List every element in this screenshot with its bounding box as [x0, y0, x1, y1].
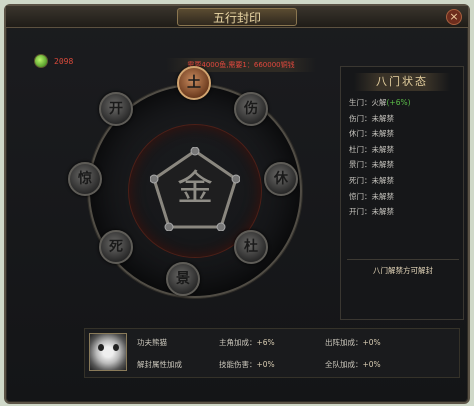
status-row: 伤门：未解禁: [349, 113, 394, 123]
status-row: 休门：未解禁: [349, 129, 394, 139]
gate-status-list: 生门：火解(+6%) 伤门：未解禁 休门：未解禁 杜门：未解禁 景门：未解禁 死…: [349, 95, 463, 220]
seal-wheel: 金 土 伤 休 杜 景 死 惊 开: [54, 64, 354, 326]
gate-node-7[interactable]: 惊: [68, 162, 102, 196]
gate-node-5[interactable]: 景: [166, 262, 200, 296]
panel-title: 八门状态: [354, 73, 450, 91]
gate-node-8[interactable]: 开: [99, 92, 133, 126]
gate-status-panel: 八门状态 生门：火解(+6%) 伤门：未解禁 休门：未解禁 杜门：未解禁 景门：…: [340, 66, 464, 320]
gem-icon: [34, 54, 48, 68]
window-title: 五行封印: [177, 8, 297, 26]
center-element-glyph: 金: [176, 168, 213, 209]
status-row: 开门：未解禁: [349, 207, 394, 217]
status-row: 死门：未解禁: [349, 175, 394, 185]
title-bar: 五行封印 ×: [6, 6, 468, 28]
stat-team-bonus: 全队加成：+0%: [325, 360, 381, 369]
gate-node-2[interactable]: 伤: [234, 92, 268, 126]
close-button[interactable]: ×: [446, 9, 462, 25]
seal-window: 五行封印 × 2098 需要4000鱼,需要1：660000铜钱 金 土 伤 休…: [4, 4, 470, 404]
gate-node-6[interactable]: 死: [99, 230, 133, 264]
stat-skill-damage: 技能伤害：+0%: [219, 360, 275, 369]
bonus-footer: 功夫熊猫 解封属性加成 主角加成：+6% 出阵加成：+0% 技能伤害：+0% 全…: [84, 328, 460, 378]
status-row: 生门：火解(+6%): [349, 98, 411, 107]
gate-node-1[interactable]: 土: [177, 66, 211, 100]
character-name: 功夫熊猫: [137, 338, 167, 347]
divider: [347, 259, 459, 260]
status-row: 景门：未解禁: [349, 160, 394, 170]
attr-bonus-label: 解封属性加成: [137, 360, 182, 369]
status-row: 惊门：未解禁: [349, 191, 394, 201]
panda-avatar[interactable]: [89, 333, 127, 371]
unlock-note: 八门解禁方可解封: [373, 266, 433, 275]
stat-main-bonus: 主角加成：+6%: [219, 338, 275, 347]
gate-node-3[interactable]: 休: [264, 162, 298, 196]
stat-deploy-bonus: 出阵加成：+0%: [325, 338, 381, 347]
status-row: 杜门：未解禁: [349, 144, 394, 154]
gate-node-4[interactable]: 杜: [234, 230, 268, 264]
